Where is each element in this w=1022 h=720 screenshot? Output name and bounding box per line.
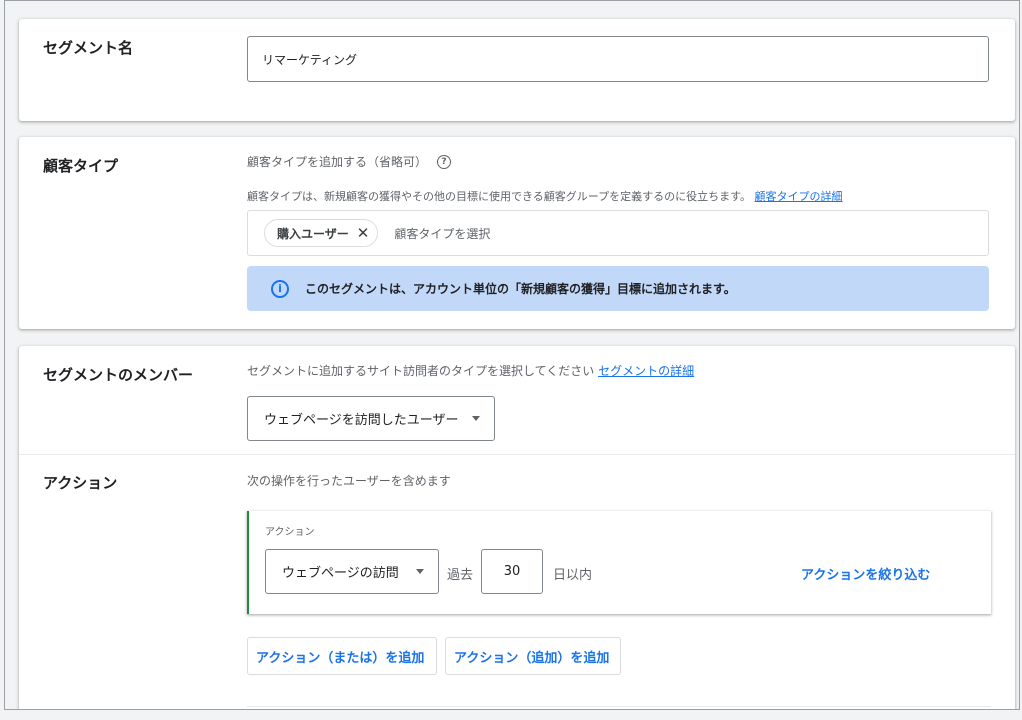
member-type-value: ウェブページを訪問したユーザー xyxy=(264,413,459,428)
add-or-action-label: アクション（または）を追加 xyxy=(256,650,425,666)
members-description-row: セグメントに追加するサイト訪問者のタイプを選択してください セグメントの詳細 xyxy=(247,362,694,379)
customer-type-details-link[interactable]: 顧客タイプの詳細 xyxy=(755,190,843,203)
action-box-label: アクション xyxy=(265,527,315,538)
customer-type-title: 顧客タイプ xyxy=(43,157,119,175)
customer-type-card: 顧客タイプ 顧客タイプを追加する（省略可） ? 顧客タイプは、新規顧客の獲得やそ… xyxy=(19,137,1015,329)
close-icon[interactable]: ✕ xyxy=(357,225,370,241)
customer-type-add-label: 顧客タイプを追加する（省略可） xyxy=(247,155,428,169)
customer-type-description-row: 顧客タイプは、新規顧客の獲得やその他の目標に使用できる顧客グループを定義するのに… xyxy=(247,188,843,204)
past-label: 過去 xyxy=(447,568,474,583)
info-banner-text: このセグメントは、アカウント単位の「新規顧客の獲得」目標に追加されます。 xyxy=(305,282,736,296)
help-circle-icon[interactable]: ? xyxy=(437,154,452,169)
chip-label: 購入ユーザー xyxy=(277,226,349,241)
days-input[interactable]: 30 xyxy=(481,549,543,594)
segment-name-value: リマーケティング xyxy=(262,52,358,67)
action-title: アクション xyxy=(43,474,118,492)
add-and-action-button[interactable]: アクション（追加）を追加 xyxy=(445,637,621,675)
customer-type-header: 顧客タイプを追加する（省略可） ? xyxy=(247,153,452,170)
segment-name-card: セグメント名 リマーケティング xyxy=(19,19,1015,121)
members-description: セグメントに追加するサイト訪問者のタイプを選択してください xyxy=(247,364,595,378)
customer-type-placeholder: 顧客タイプを選択 xyxy=(394,226,491,241)
days-value: 30 xyxy=(503,564,521,579)
caret-down-icon xyxy=(416,569,424,574)
divider xyxy=(19,454,1015,455)
action-description: 次の操作を行ったユーザーを含めます xyxy=(247,474,451,488)
member-type-dropdown[interactable]: ウェブページを訪問したユーザー xyxy=(247,396,495,441)
segment-name-input[interactable]: リマーケティング xyxy=(247,36,989,82)
refine-action-link[interactable]: アクションを絞り込む xyxy=(801,564,930,583)
add-or-action-button[interactable]: アクション（または）を追加 xyxy=(247,637,437,675)
purchaser-chip: 購入ユーザー ✕ xyxy=(264,219,379,247)
segment-editor: セグメント名 リマーケティング 顧客タイプ 顧客タイプを追加する（省略可） ? … xyxy=(4,0,1020,710)
caret-down-icon xyxy=(472,416,480,421)
info-banner: i このセグメントは、アカウント単位の「新規顧客の獲得」目標に追加されます。 xyxy=(247,266,989,311)
days-suffix: 日以内 xyxy=(553,568,593,583)
customer-type-description: 顧客タイプは、新規顧客の獲得やその他の目標に使用できる顧客グループを定義するのに… xyxy=(247,190,752,203)
info-icon: i xyxy=(271,279,289,298)
action-rule-box: アクション ウェブページの訪問 過去 30 日以内 アクションを絞り込む xyxy=(247,511,991,614)
action-type-dropdown[interactable]: ウェブページの訪問 xyxy=(265,549,439,594)
add-and-action-label: アクション（追加）を追加 xyxy=(454,650,610,666)
members-title: セグメントのメンバー xyxy=(43,366,194,384)
divider xyxy=(247,706,991,707)
segment-details-link[interactable]: セグメントの詳細 xyxy=(598,364,694,378)
customer-type-select[interactable]: 購入ユーザー ✕ 顧客タイプを選択 xyxy=(247,210,989,256)
members-card: セグメントのメンバー セグメントに追加するサイト訪問者のタイプを選択してください… xyxy=(19,346,1015,709)
segment-name-title: セグメント名 xyxy=(43,39,134,57)
action-type-value: ウェブページの訪問 xyxy=(282,566,399,581)
